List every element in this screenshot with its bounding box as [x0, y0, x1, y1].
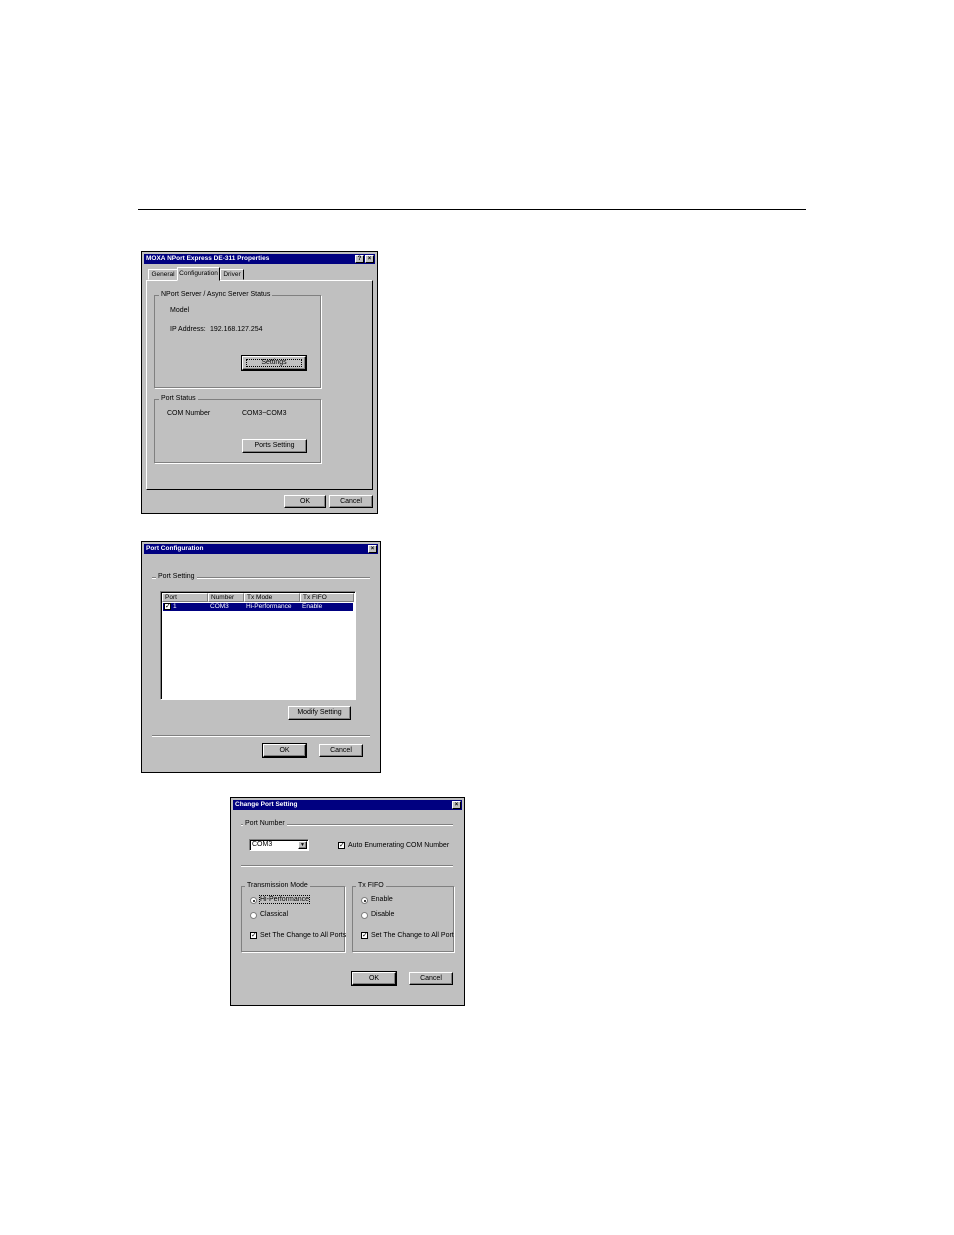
cancel-button[interactable]: Cancel	[329, 495, 373, 508]
change-port-setting-dialog: Change Port Setting × Port Number COM3 ▼…	[230, 797, 465, 1006]
page-rule	[138, 209, 806, 210]
ok-button[interactable]: OK	[262, 743, 307, 758]
properties-titlebar[interactable]: MOXA NPort Express DE-311 Properties ? ×	[144, 254, 375, 264]
tx-fifo-group: Tx FIFO Enable Disable ✓ Set The Change …	[352, 882, 454, 952]
set-all-port-checkbox[interactable]: ✓	[361, 932, 368, 939]
ip-label: IP Address:	[170, 326, 206, 333]
column-tx-mode[interactable]: Tx Mode	[244, 593, 300, 602]
com-number-label: COM Number	[167, 410, 211, 417]
hi-performance-label: Hi-Performance	[258, 895, 311, 904]
help-icon[interactable]: ?	[355, 255, 364, 263]
tab-general[interactable]: General	[148, 269, 178, 280]
set-all-ports-label: Set The Change to All Ports	[260, 932, 347, 939]
com-select-value: COM3	[252, 841, 273, 848]
row-checkbox[interactable]: ✓	[164, 603, 171, 610]
close-icon[interactable]: ×	[368, 545, 377, 553]
port-config-title: Port Configuration	[146, 545, 204, 552]
disable-radio[interactable]	[361, 912, 368, 919]
model-label: Model	[170, 307, 190, 314]
row-number: COM3	[210, 603, 229, 610]
ok-button[interactable]: OK	[351, 971, 397, 986]
modify-setting-button[interactable]: Modify Setting	[288, 706, 351, 720]
cancel-button[interactable]: Cancel	[319, 744, 363, 757]
port-list[interactable]: Port Number Tx Mode Tx FIFO ✓ 1 COM3 Hi-…	[160, 591, 356, 700]
enable-label: Enable	[371, 896, 393, 903]
tab-driver[interactable]: Driver	[220, 269, 244, 280]
set-all-ports-checkbox[interactable]: ✓	[250, 932, 257, 939]
ports-setting-button[interactable]: Ports Setting	[242, 439, 307, 453]
tx-fifo-label: Tx FIFO	[356, 882, 386, 889]
classical-radio[interactable]	[250, 912, 257, 919]
port-setting-label: Port Setting	[156, 573, 197, 580]
table-row[interactable]: ✓ 1 COM3 Hi-Performance Enable	[163, 603, 353, 611]
change-port-title: Change Port Setting	[235, 801, 298, 808]
port-configuration-dialog: Port Configuration × Port Setting Port N…	[141, 541, 381, 773]
auto-enum-checkbox[interactable]: ✓	[338, 842, 345, 849]
port-status-label: Port Status	[159, 395, 198, 402]
com-number-value: COM3~COM3	[242, 410, 287, 417]
properties-dialog: MOXA NPort Express DE-311 Properties ? ×…	[141, 251, 378, 514]
classical-label: Classical	[260, 911, 289, 918]
transmission-mode-group: Transmission Mode Hi-Performance Classic…	[241, 882, 347, 952]
port-number-label: Port Number	[243, 820, 287, 827]
ip-value: 192.168.127.254	[210, 326, 263, 333]
dropdown-icon[interactable]: ▼	[298, 841, 307, 849]
set-all-port-label: Set The Change to All Port	[371, 932, 454, 939]
settings-button[interactable]: Settings	[241, 355, 307, 371]
row-tx-fifo: Enable	[302, 603, 323, 610]
row-tx-mode: Hi-Performance	[246, 603, 292, 610]
hi-performance-radio[interactable]	[250, 897, 257, 904]
tab-configuration[interactable]: Configuration	[177, 267, 220, 281]
disable-label: Disable	[371, 911, 395, 918]
com-select[interactable]: COM3 ▼	[249, 839, 309, 851]
port-status-group: Port Status COM Number COM3~COM3 Ports S…	[154, 395, 321, 463]
cancel-button[interactable]: Cancel	[409, 972, 453, 985]
ok-button[interactable]: OK	[284, 495, 326, 508]
port-config-titlebar[interactable]: Port Configuration ×	[144, 544, 378, 554]
change-port-titlebar[interactable]: Change Port Setting ×	[233, 800, 462, 810]
enable-radio[interactable]	[361, 897, 368, 904]
transmission-mode-label: Transmission Mode	[245, 882, 310, 889]
properties-title: MOXA NPort Express DE-311 Properties	[146, 255, 270, 262]
row-port: 1	[173, 603, 177, 610]
server-status-label: NPort Server / Async Server Status	[159, 291, 273, 298]
column-tx-fifo[interactable]: Tx FIFO	[300, 593, 354, 602]
close-icon[interactable]: ×	[452, 801, 461, 809]
close-icon[interactable]: ×	[365, 255, 374, 263]
buttons-divider	[152, 735, 370, 737]
server-status-group: NPort Server / Async Server Status Model…	[154, 291, 321, 388]
auto-enum-label: Auto Enumerating COM Number	[348, 842, 450, 849]
column-number[interactable]: Number	[208, 593, 244, 602]
mid-divider	[241, 865, 453, 867]
column-port[interactable]: Port	[162, 593, 208, 602]
